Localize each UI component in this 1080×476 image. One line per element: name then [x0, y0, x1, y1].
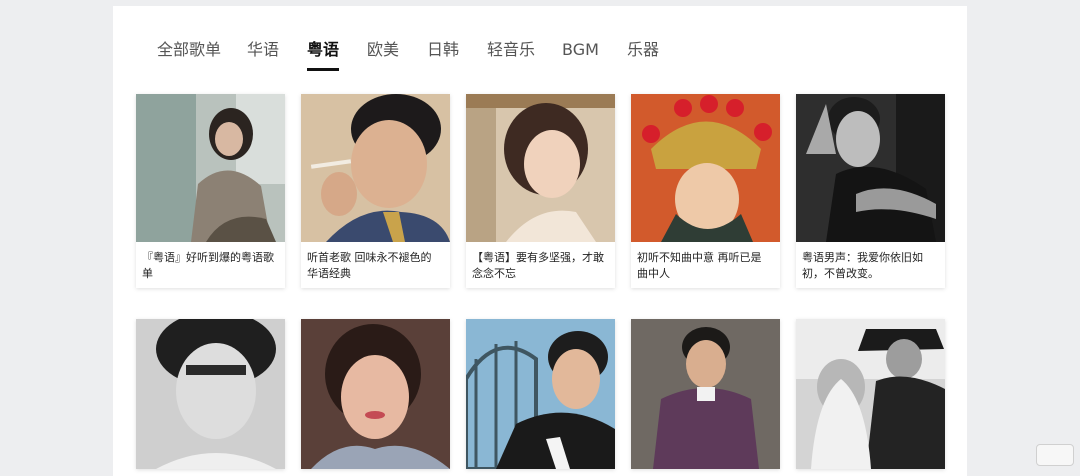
playlist-card[interactable]: 『粤语』好听到爆的粤语歌单 [136, 94, 285, 288]
playlist-cover[interactable] [136, 94, 285, 242]
playlist-title[interactable]: 【粤语】要有多坚强，才敢念念不忘 [466, 242, 615, 288]
tab-bgm[interactable]: BGM [562, 40, 599, 60]
tab-all-playlists[interactable]: 全部歌单 [157, 40, 221, 60]
playlist-cover[interactable] [631, 319, 780, 469]
playlist-card[interactable] [631, 319, 780, 469]
playlist-cover[interactable] [466, 319, 615, 469]
content-panel: 全部歌单 华语 粤语 欧美 日韩 轻音乐 BGM 乐器 『粤语』好听到爆的粤语歌… [113, 6, 967, 476]
playlist-cover[interactable] [301, 319, 450, 469]
playlist-cover[interactable] [466, 94, 615, 242]
playlist-cover[interactable] [301, 94, 450, 242]
playlist-card[interactable] [136, 319, 285, 469]
scroll-corner-widget[interactable] [1036, 444, 1074, 466]
playlist-title[interactable]: 『粤语』好听到爆的粤语歌单 [136, 242, 285, 288]
playlist-cover[interactable] [796, 94, 945, 242]
playlist-title[interactable]: 听首老歌 回味永不褪色的华语经典 [301, 242, 450, 288]
playlist-card[interactable]: 初听不知曲中意 再听已是曲中人 [631, 94, 780, 288]
playlist-cover[interactable] [796, 319, 945, 469]
tab-instruments[interactable]: 乐器 [627, 40, 659, 60]
playlist-title[interactable]: 粤语男声：我爱你依旧如初，不曾改变。 [796, 242, 945, 288]
playlist-card[interactable]: 听首老歌 回味永不褪色的华语经典 [301, 94, 450, 288]
playlist-card[interactable] [796, 319, 945, 469]
playlist-card[interactable]: 【粤语】要有多坚强，才敢念念不忘 [466, 94, 615, 288]
playlist-cover[interactable] [631, 94, 780, 242]
tab-mandarin[interactable]: 华语 [247, 40, 279, 60]
playlist-card[interactable]: 粤语男声：我爱你依旧如初，不曾改变。 [796, 94, 945, 288]
tab-western[interactable]: 欧美 [367, 40, 399, 60]
playlist-card[interactable] [466, 319, 615, 469]
tab-cantonese[interactable]: 粤语 [307, 40, 340, 71]
playlist-cover[interactable] [136, 319, 285, 469]
tab-japan-korea[interactable]: 日韩 [427, 40, 459, 60]
playlist-title[interactable]: 初听不知曲中意 再听已是曲中人 [631, 242, 780, 288]
tab-light-music[interactable]: 轻音乐 [487, 40, 535, 60]
playlist-card[interactable] [301, 319, 450, 469]
